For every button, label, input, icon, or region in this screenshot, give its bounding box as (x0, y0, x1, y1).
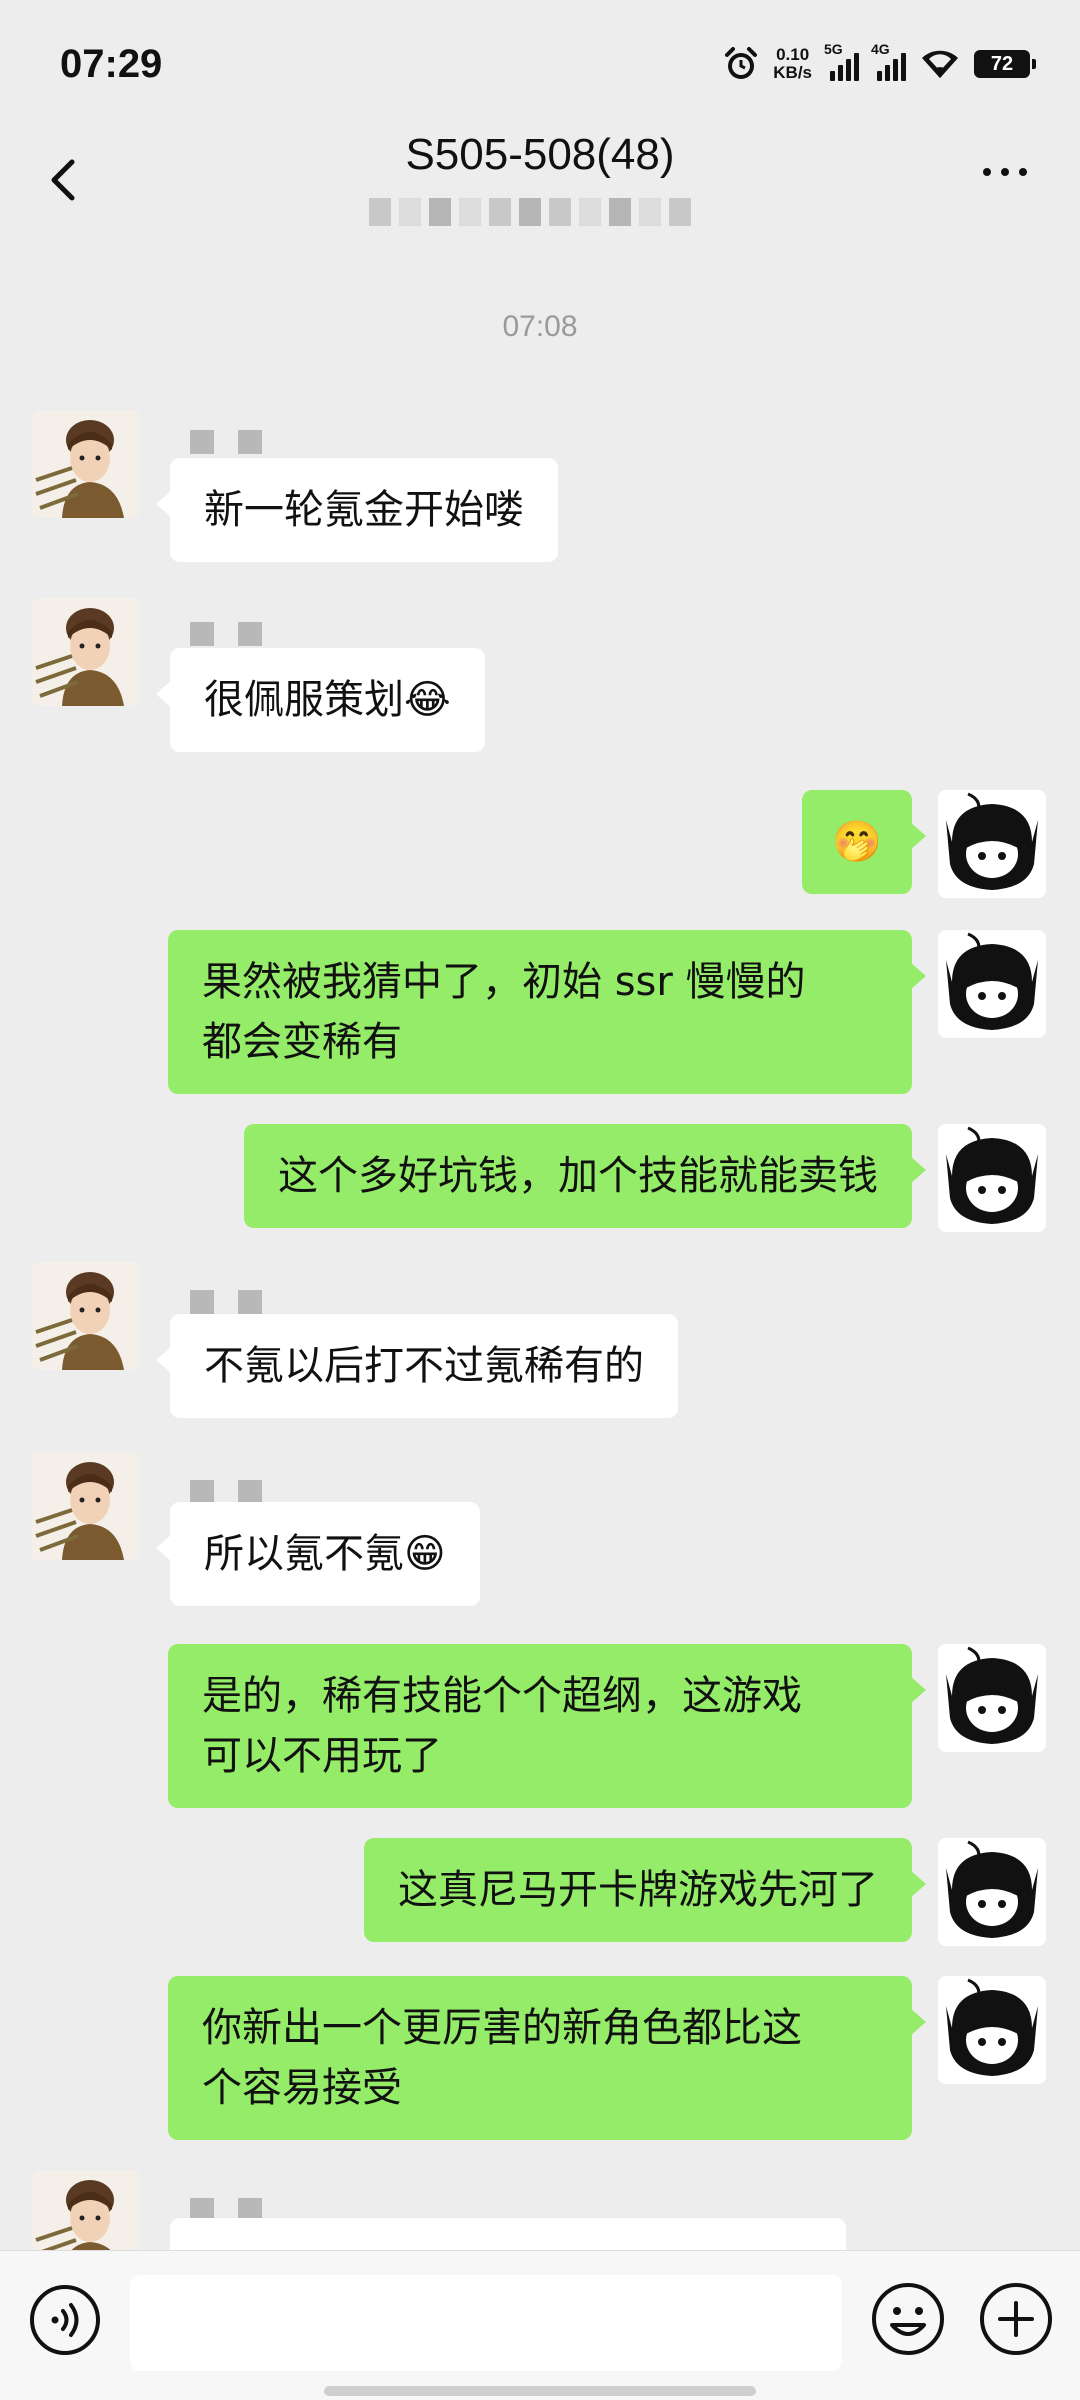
sender-name-blurred (190, 622, 262, 646)
avatar[interactable] (938, 1124, 1046, 1232)
avatar[interactable] (32, 2170, 140, 2250)
sender-name-blurred (190, 430, 262, 454)
hand-over-mouth-emoji: 🤭 (832, 819, 882, 865)
signal-sim1-label: 5G (824, 41, 843, 57)
alarm-icon (725, 47, 758, 79)
avatar[interactable] (938, 1976, 1046, 2084)
message-bubble-partial[interactable] (170, 2218, 846, 2250)
message-text-line: 果然被我猜中了，初始 ssr 慢慢的 (202, 959, 806, 1005)
message-text: 这个多好坑钱，加个技能就能卖钱 (278, 1153, 878, 1199)
home-indicator[interactable] (324, 2386, 756, 2396)
message-text-line: 可以不用玩了 (202, 1733, 442, 1779)
message-bubble[interactable]: 新一轮氪金开始喽 (156, 458, 558, 562)
battery-indicator: 72 (974, 50, 1036, 78)
message-bubble[interactable]: 很佩服策划😂 (156, 648, 485, 752)
voice-icon[interactable] (28, 2283, 102, 2357)
emoji-smile-icon[interactable] (870, 2281, 946, 2357)
message-bubble[interactable]: 你新出一个更厉害的新角色都比这 个容易接受 (168, 1976, 926, 2140)
status-icons: 0.10 KB/s 5G 4G 72 (723, 41, 1036, 84)
status-time: 07:29 (60, 42, 163, 86)
wifi-icon (922, 50, 958, 78)
avatar[interactable] (32, 410, 140, 518)
message-text-line: 都会变稀有 (202, 1019, 402, 1065)
network-speed-value: 0.10 (776, 45, 810, 64)
grimace-emoji: 😁 (404, 1531, 446, 1577)
avatar[interactable] (32, 598, 140, 706)
signal-sim2: 4G (871, 41, 906, 81)
message-bubble[interactable]: 所以氪不氪😁 (156, 1502, 480, 1606)
avatar[interactable] (938, 790, 1046, 898)
avatar[interactable] (938, 1838, 1046, 1946)
laugh-cry-emoji: 😂 (404, 677, 451, 723)
message-bubble[interactable]: 🤭 (802, 790, 926, 894)
signal-sim1: 5G (824, 41, 859, 81)
message-bubble[interactable]: 这真尼马开卡牌游戏先河了 (364, 1838, 926, 1942)
message-text-line: 个容易接受 (202, 2065, 402, 2111)
message-text: 这真尼马开卡牌游戏先河了 (398, 1867, 878, 1913)
network-speed-unit: KB/s (773, 63, 812, 82)
message-text: 很佩服策划 (204, 677, 404, 723)
message-text-line: 是的，稀有技能个个超纲，这游戏 (202, 1673, 802, 1719)
signal-sim2-label: 4G (871, 41, 890, 57)
message-bubble[interactable]: 这个多好坑钱，加个技能就能卖钱 (244, 1124, 926, 1228)
sender-name-blurred (190, 1290, 262, 1314)
message-bubble[interactable]: 果然被我猜中了，初始 ssr 慢慢的 都会变稀有 (168, 930, 926, 1094)
message-text-line: 你新出一个更厉害的新角色都比这 (202, 2005, 802, 2051)
chat-subtitle-blurred (330, 190, 730, 234)
message-text: 新一轮氪金开始喽 (204, 487, 524, 533)
plus-circle-icon[interactable] (978, 2281, 1054, 2357)
message-text: 所以氪不氪 (204, 1531, 404, 1577)
message-bubble[interactable]: 是的，稀有技能个个超纲，这游戏 可以不用玩了 (168, 1644, 926, 1808)
message-timestamp: 07:08 (502, 310, 578, 343)
avatar[interactable] (938, 1644, 1046, 1752)
avatar[interactable] (938, 930, 1046, 1038)
sender-name-blurred (190, 1480, 262, 1504)
more-dots-icon[interactable] (970, 152, 1040, 192)
message-text: 不氪以后打不过氪稀有的 (204, 1343, 644, 1389)
avatar[interactable] (32, 1452, 140, 1560)
chat-title[interactable]: S505-508(48) (0, 130, 1080, 180)
network-speed: 0.10 KB/s (773, 46, 812, 82)
message-input[interactable] (130, 2275, 842, 2371)
avatar[interactable] (32, 1262, 140, 1370)
status-bar: 07:29 0.10 KB/s 5G 4G 72 (0, 0, 1080, 130)
input-bar (0, 2250, 1080, 2400)
message-bubble[interactable]: 不氪以后打不过氪稀有的 (156, 1314, 678, 1418)
